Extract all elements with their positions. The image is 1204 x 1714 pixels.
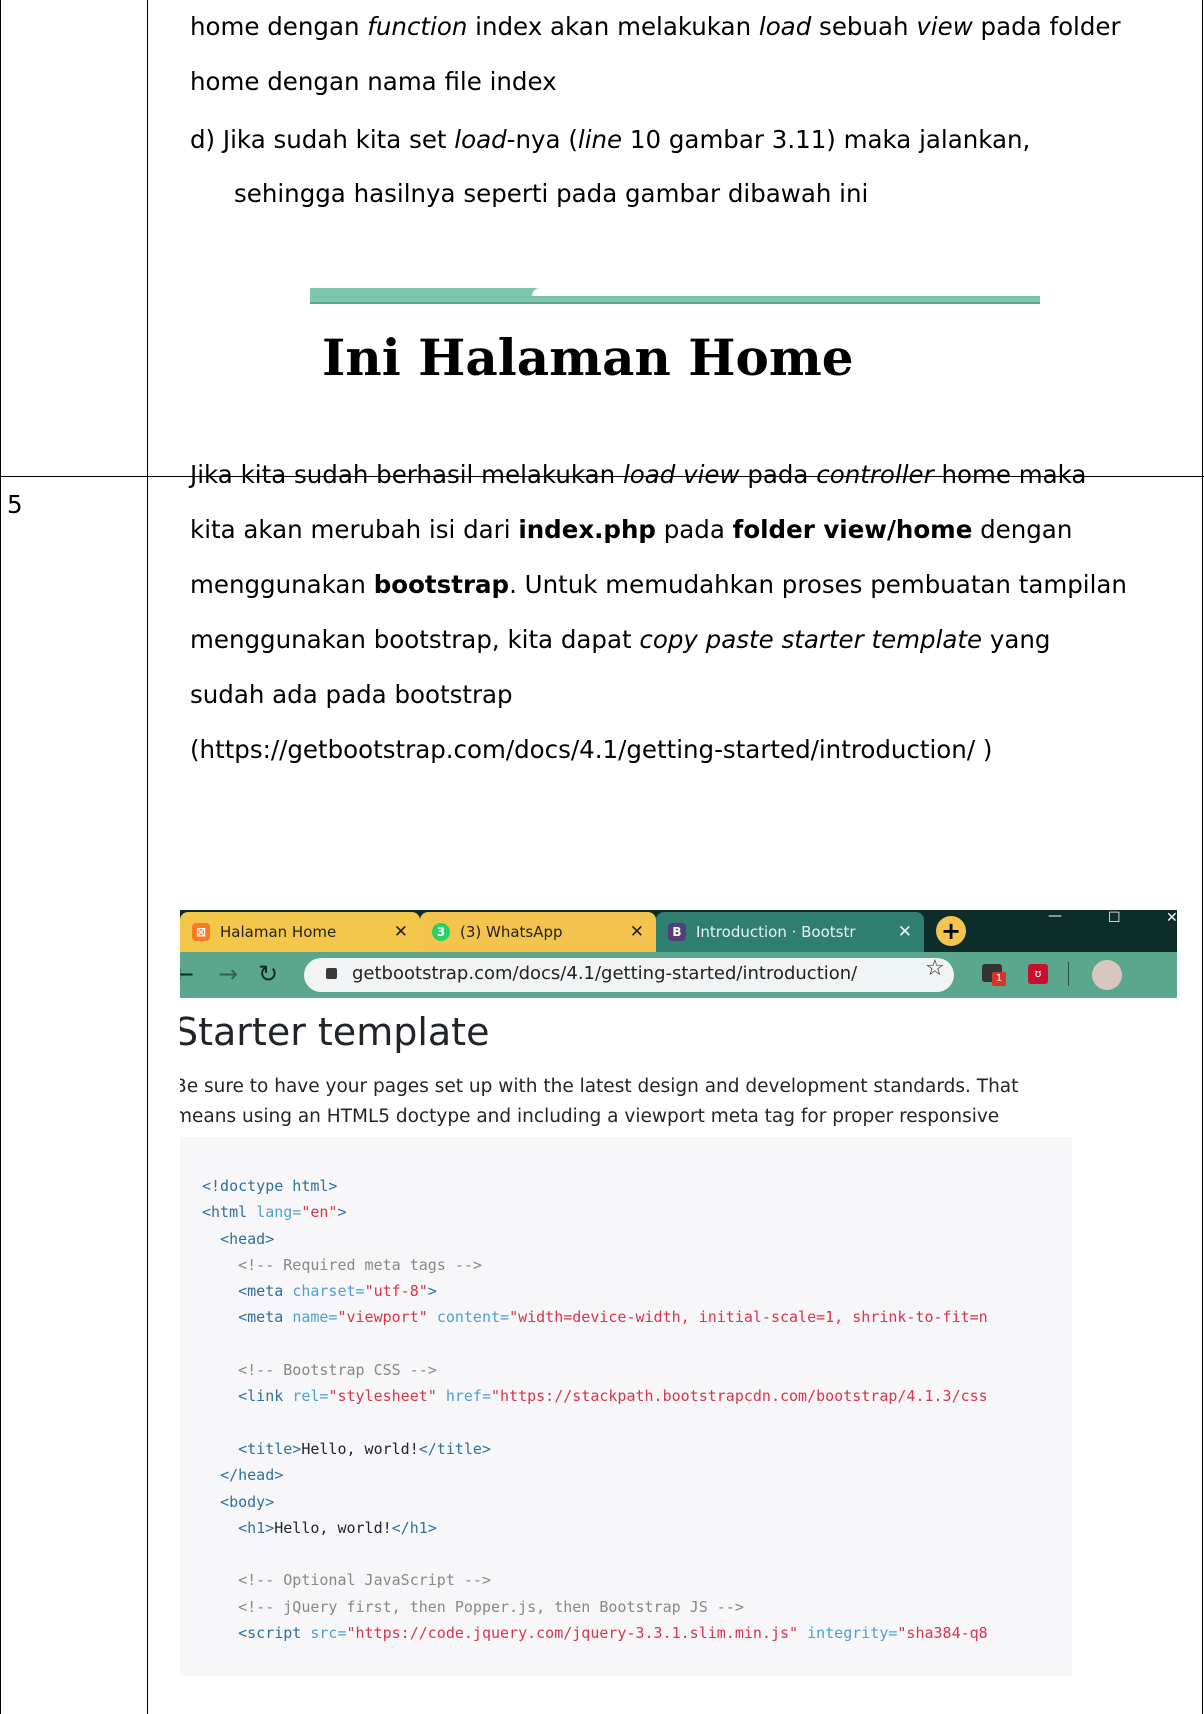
forward-icon[interactable]: → (218, 960, 238, 988)
code-block: <!doctype html> <html lang="en"> <head> … (180, 1137, 1072, 1676)
tab-halaman-home[interactable]: ⊠ Halaman Home ✕ (180, 912, 420, 952)
bootstrap-browser-screenshot: ⊠ Halaman Home ✕ 3 (3) WhatsApp ✕ B Intr… (180, 910, 1177, 1676)
whatsapp-icon: 3 (432, 923, 450, 941)
bootstrap-icon: B (668, 923, 686, 941)
lower-line-3: menggunakan bootstrap. Untuk memudahkan … (190, 570, 1127, 599)
row-number: 5 (7, 490, 23, 519)
close-icon[interactable]: ✕ (898, 922, 912, 942)
bookmark-star-icon[interactable]: ☆ (925, 956, 945, 981)
new-tab-button[interactable]: + (936, 916, 966, 946)
close-icon[interactable]: ✕ (630, 922, 644, 942)
page-heading: Starter template (180, 1010, 490, 1054)
close-icon[interactable]: ✕ (394, 922, 408, 942)
lower-line-6: (https://getbootstrap.com/docs/4.1/getti… (190, 735, 993, 764)
lock-icon (326, 968, 337, 979)
reload-icon[interactable]: ↻ (258, 960, 278, 988)
upper-line-1: home dengan function index akan melakuka… (190, 12, 1121, 41)
column-divider (147, 0, 148, 1714)
tab-bootstrap-introduction[interactable]: B Introduction · Bootstr ✕ (656, 912, 924, 952)
item-d-line-1: d) Jika sudah kita set load-nya (line 10… (190, 125, 1031, 154)
minimize-icon[interactable]: — (1048, 910, 1062, 924)
lower-line-5: sudah ada pada bootstrap (190, 680, 513, 709)
browser-bar-line (310, 302, 1040, 304)
item-d-line-2: sehingga hasilnya seperti pada gambar di… (234, 179, 869, 208)
profile-avatar[interactable] (1092, 960, 1122, 990)
tab-label: Halaman Home (220, 923, 337, 941)
extension-badge: 1 (992, 972, 1006, 986)
home-page-screenshot: Ini Halaman Home (310, 288, 1040, 398)
xampp-icon: ⊠ (192, 923, 210, 941)
browser-bar-strip (310, 288, 1040, 302)
tab-label: Introduction · Bootstr (696, 923, 856, 941)
browser-tab-shape (532, 288, 1040, 296)
pocket-extension-icon[interactable]: ʊ (1028, 964, 1048, 984)
lower-line-1: Jika kita sudah berhasil melakukan load … (190, 460, 1087, 489)
code-text: <!doctype html> <html lang="en"> <head> … (202, 1177, 988, 1643)
close-window-icon[interactable]: ✕ (1166, 910, 1177, 926)
tab-whatsapp[interactable]: 3 (3) WhatsApp ✕ (420, 912, 656, 952)
tab-bar: ⊠ Halaman Home ✕ 3 (3) WhatsApp ✕ B Intr… (180, 910, 1177, 952)
tab-label: (3) WhatsApp (460, 923, 563, 941)
address-toolbar: ← → ↻ getbootstrap.com/docs/4.1/getting-… (180, 952, 1177, 998)
address-bar[interactable]: getbootstrap.com/docs/4.1/getting-starte… (304, 958, 954, 992)
extension-icon[interactable]: 1 (982, 964, 1006, 986)
lower-line-4: menggunakan bootstrap, kita dapat copy p… (190, 625, 1051, 654)
lower-line-2: kita akan merubah isi dari index.php pad… (190, 515, 1073, 544)
upper-line-2: home dengan nama file index (190, 67, 557, 96)
toolbar-separator (1068, 962, 1069, 986)
back-icon[interactable]: ← (180, 960, 194, 988)
home-heading: Ini Halaman Home (322, 328, 854, 387)
maximize-icon[interactable]: ☐ (1108, 910, 1121, 926)
url-text: getbootstrap.com/docs/4.1/getting-starte… (352, 963, 858, 984)
